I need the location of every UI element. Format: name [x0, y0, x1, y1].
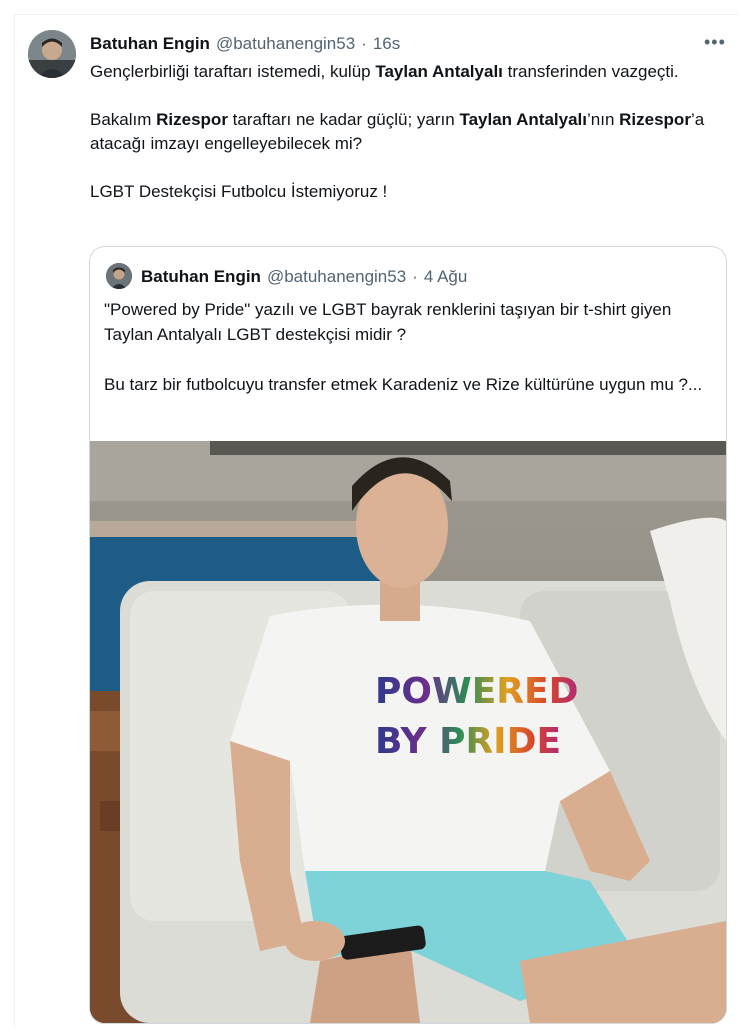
quoted-paragraph-2: Bu tarz bir futbolcuyu transfer etmek Ka…: [104, 375, 703, 394]
quoted-tweet[interactable]: Batuhan Engin @batuhanengin53 · 4 Ağu "P…: [89, 246, 727, 1024]
text-segment: ’nın: [587, 110, 620, 129]
shirt-print-line2: BY PRIDE: [375, 721, 561, 762]
quoted-paragraph-1: "Powered by Pride" yazılı ve LGBT bayrak…: [104, 300, 672, 344]
separator-dot: ·: [412, 267, 418, 286]
text-bold-segment: Taylan Antalyalı: [459, 110, 587, 129]
text-segment: transferinden vazgeçti.: [502, 62, 679, 81]
quoted-author-handle[interactable]: @batuhanengin53: [267, 267, 406, 287]
tweet-paragraph-3: LGBT Destekçisi Futbolcu İstemiyoruz !: [90, 182, 388, 201]
text-bold-segment: Rizespor: [619, 110, 691, 129]
tweet-timestamp[interactable]: 16s: [373, 34, 400, 54]
tweet-paragraph-2: Bakalım Rizespor taraftarı ne kadar güçl…: [90, 108, 710, 156]
tweet-photo[interactable]: POWERED BY PRIDE: [90, 441, 726, 1023]
text-segment: Gençlerbirliği taraftarı istemedi, kulüp: [90, 62, 376, 81]
author-handle[interactable]: @batuhanengin53: [216, 34, 355, 54]
author-avatar[interactable]: [28, 30, 76, 78]
tweet-header: Batuhan Engin @batuhanengin53 · 16s: [90, 34, 400, 54]
separator-dot: ·: [361, 34, 367, 53]
text-bold-segment: Rizespor: [156, 110, 228, 129]
tweet-text: Gençlerbirliği taraftarı istemedi, kulüp…: [90, 60, 710, 228]
tweet-paragraph-1: Gençlerbirliği taraftarı istemedi, kulüp…: [90, 60, 710, 84]
quoted-author-name[interactable]: Batuhan Engin: [141, 267, 261, 287]
quoted-tweet-header: Batuhan Engin @batuhanengin53 · 4 Ağu: [141, 267, 467, 287]
quoted-tweet-date[interactable]: 4 Ağu: [424, 267, 468, 287]
quoted-tweet-text: "Powered by Pride" yazılı ve LGBT bayrak…: [104, 297, 704, 422]
text-segment: Bakalım: [90, 110, 157, 129]
text-segment: taraftarı ne kadar güçlü; yarın: [227, 110, 460, 129]
text-bold-segment: Taylan Antalyalı: [375, 62, 503, 81]
more-options-icon[interactable]: •••: [704, 32, 726, 53]
quoted-author-avatar[interactable]: [106, 263, 132, 289]
shirt-print-line1: POWERED: [375, 671, 578, 712]
author-name[interactable]: Batuhan Engin: [90, 34, 210, 54]
